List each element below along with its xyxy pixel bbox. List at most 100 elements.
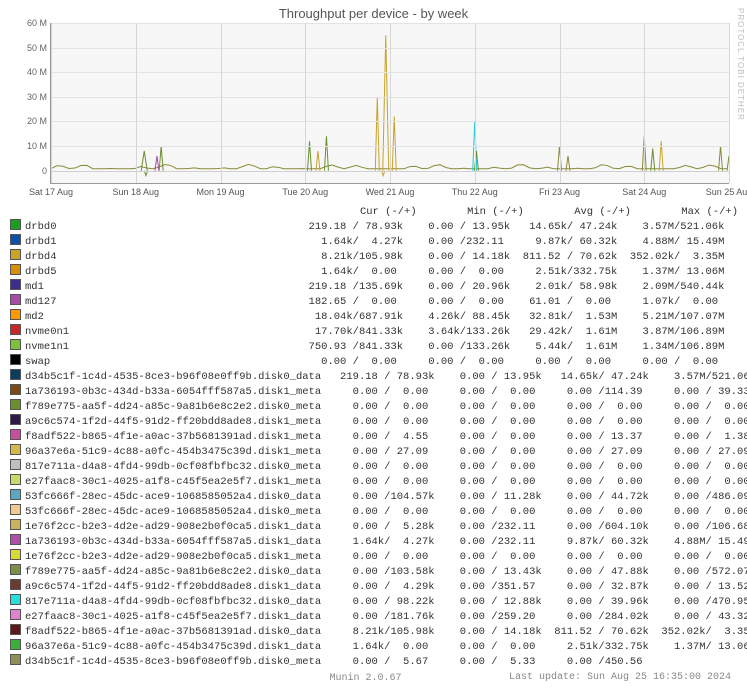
legend-row: drbd0 219.18 / 78.93k 0.00 / 13.95k 14.6…: [10, 219, 739, 234]
legend-row: nvme0n1 17.70k/841.33k 3.64k/133.26k 29.…: [10, 324, 739, 339]
legend-row: 1e76f2cc-b2e3-4d2e-ad29-908e2b0f0ca5.dis…: [10, 549, 739, 564]
legend-row: drbd5 1.64k/ 0.00 0.00 / 0.00 2.51k/332.…: [10, 264, 739, 279]
legend-text: 1a736193-0b3c-434d-b33a-6054fff587a5.dis…: [25, 386, 747, 398]
legend-swatch: [10, 564, 21, 575]
legend-swatch: [10, 249, 21, 260]
legend-swatch: [10, 609, 21, 620]
x-tick-label: Tue 20 Aug: [282, 187, 328, 197]
legend-swatch: [10, 504, 21, 515]
legend-text: md2 18.04k/687.91k 4.26k/ 88.45k 32.81k/…: [25, 311, 724, 323]
legend-swatch: [10, 234, 21, 245]
legend-row: md1 219.18 /135.69k 0.00 / 20.96k 2.01k/…: [10, 279, 739, 294]
legend-text: d34b5c1f-1c4d-4535-8ce3-b96f08e0ff9b.dis…: [25, 656, 747, 668]
legend-row: 96a37e6a-51c9-4c88-a0fc-454b3475c39d.dis…: [10, 444, 739, 459]
legend-text: 1e76f2cc-b2e3-4d2e-ad29-908e2b0f0ca5.dis…: [25, 521, 747, 533]
legend-text: a9c6c574-1f2d-44f5-91d2-ff20bdd8ade8.dis…: [25, 416, 747, 428]
legend-swatch: [10, 654, 21, 665]
legend-row: 817e711a-d4a8-4fd4-99db-0cf08fbfbc32.dis…: [10, 459, 739, 474]
legend-swatch: [10, 309, 21, 320]
legend-text: 96a37e6a-51c9-4c88-a0fc-454b3475c39d.dis…: [25, 446, 747, 458]
legend-table: Cur (-/+) Min (-/+) Avg (-/+) Max (-/+) …: [10, 206, 739, 669]
legend-swatch: [10, 429, 21, 440]
footer: Munin 2.0.67 Last update: Sun Aug 25 16:…: [0, 673, 731, 683]
legend-text: e27faac8-30c1-4025-a1f8-c45f5ea2e5f7.dis…: [25, 476, 747, 488]
legend-swatch: [10, 324, 21, 335]
legend-text: 817e711a-d4a8-4fd4-99db-0cf08fbfbc32.dis…: [25, 461, 747, 473]
legend-swatch: [10, 339, 21, 350]
chart-area: Bytes/second read (-) / write (+) 010 M2…: [50, 23, 729, 184]
legend-text: f789e775-aa5f-4d24-a85c-9a81b6e8c2e2.dis…: [25, 566, 747, 578]
y-tick-label: 0: [21, 166, 47, 176]
legend-row: f789e775-aa5f-4d24-a85c-9a81b6e8c2e2.dis…: [10, 564, 739, 579]
legend-row: drbd4 8.21k/105.98k 0.00 / 14.18k 811.52…: [10, 249, 739, 264]
legend-swatch: [10, 639, 21, 650]
legend-swatch: [10, 579, 21, 590]
x-tick-label: Fri 23 Aug: [539, 187, 580, 197]
legend-text: 1a736193-0b3c-434d-b33a-6054fff587a5.dis…: [25, 536, 747, 548]
legend-row: e27faac8-30c1-4025-a1f8-c45f5ea2e5f7.dis…: [10, 609, 739, 624]
legend-swatch: [10, 264, 21, 275]
legend-text: 53fc666f-28ec-45dc-ace9-1068585052a4.dis…: [25, 491, 747, 503]
legend-text: f8adf522-b865-4f1e-a0ac-37b5681391ad.dis…: [25, 626, 747, 638]
legend-row: swap 0.00 / 0.00 0.00 / 0.00 0.00 / 0.00…: [10, 354, 739, 369]
legend-text: nvme1n1 750.93 /841.33k 0.00 /133.26k 5.…: [25, 341, 724, 353]
legend-header-row: Cur (-/+) Min (-/+) Avg (-/+) Max (-/+): [26, 206, 739, 219]
y-tick-label: 40 M: [21, 67, 47, 77]
legend-swatch: [10, 534, 21, 545]
legend-text: e27faac8-30c1-4025-a1f8-c45f5ea2e5f7.dis…: [25, 611, 747, 623]
legend-row: 53fc666f-28ec-45dc-ace9-1068585052a4.dis…: [10, 504, 739, 519]
legend-text: md1 219.18 /135.69k 0.00 / 20.96k 2.01k/…: [25, 281, 724, 293]
legend-text: nvme0n1 17.70k/841.33k 3.64k/133.26k 29.…: [25, 326, 724, 338]
legend-row: 1a736193-0b3c-434d-b33a-6054fff587a5.dis…: [10, 534, 739, 549]
x-tick-label: Thu 22 Aug: [452, 187, 498, 197]
legend-row: nvme1n1 750.93 /841.33k 0.00 /133.26k 5.…: [10, 339, 739, 354]
legend-swatch: [10, 444, 21, 455]
legend-row: f8adf522-b865-4f1e-a0ac-37b5681391ad.dis…: [10, 624, 739, 639]
legend-row: f8adf522-b865-4f1e-a0ac-37b5681391ad.dis…: [10, 429, 739, 444]
legend-swatch: [10, 549, 21, 560]
legend-swatch: [10, 414, 21, 425]
legend-text: d34b5c1f-1c4d-4535-8ce3-b96f08e0ff9b.dis…: [25, 371, 747, 383]
y-tick-label: 10 M: [21, 141, 47, 151]
legend-row: e27faac8-30c1-4025-a1f8-c45f5ea2e5f7.dis…: [10, 474, 739, 489]
legend-row: a9c6c574-1f2d-44f5-91d2-ff20bdd8ade8.dis…: [10, 579, 739, 594]
legend-swatch: [10, 474, 21, 485]
legend-text: drbd4 8.21k/105.98k 0.00 / 14.18k 811.52…: [25, 251, 724, 263]
chart-title: Throughput per device - by week: [0, 0, 747, 23]
legend-row: md127 182.65 / 0.00 0.00 / 0.00 61.01 / …: [10, 294, 739, 309]
legend-row: 96a37e6a-51c9-4c88-a0fc-454b3475c39d.dis…: [10, 639, 739, 654]
legend-text: drbd1 1.64k/ 4.27k 0.00 /232.11 9.87k/ 6…: [25, 236, 724, 248]
legend-text: 1e76f2cc-b2e3-4d2e-ad29-908e2b0f0ca5.dis…: [25, 551, 747, 563]
legend-row: 53fc666f-28ec-45dc-ace9-1068585052a4.dis…: [10, 489, 739, 504]
x-tick-label: Sat 17 Aug: [29, 187, 73, 197]
legend-swatch: [10, 279, 21, 290]
x-tick-label: Wed 21 Aug: [366, 187, 415, 197]
legend-text: 53fc666f-28ec-45dc-ace9-1068585052a4.dis…: [25, 506, 747, 518]
legend-row: 817e711a-d4a8-4fd4-99db-0cf08fbfbc32.dis…: [10, 594, 739, 609]
x-tick-label: Sun 18 Aug: [112, 187, 159, 197]
legend-text: f8adf522-b865-4f1e-a0ac-37b5681391ad.dis…: [25, 431, 747, 443]
legend-swatch: [10, 399, 21, 410]
legend-row: md2 18.04k/687.91k 4.26k/ 88.45k 32.81k/…: [10, 309, 739, 324]
legend-swatch: [10, 354, 21, 365]
legend-text: 96a37e6a-51c9-4c88-a0fc-454b3475c39d.dis…: [25, 641, 747, 653]
x-tick-label: Sat 24 Aug: [622, 187, 666, 197]
legend-text: 817e711a-d4a8-4fd4-99db-0cf08fbfbc32.dis…: [25, 596, 747, 608]
legend-swatch: [10, 384, 21, 395]
legend-swatch: [10, 489, 21, 500]
legend-swatch: [10, 369, 21, 380]
legend-row: 1a736193-0b3c-434d-b33a-6054fff587a5.dis…: [10, 384, 739, 399]
legend-row: d34b5c1f-1c4d-4535-8ce3-b96f08e0ff9b.dis…: [10, 654, 739, 669]
munin-graph-container: PROTOCL TOBI DETHER Throughput per devic…: [0, 0, 747, 683]
y-tick-label: 20 M: [21, 116, 47, 126]
legend-swatch: [10, 459, 21, 470]
legend-body: drbd0 219.18 / 78.93k 0.00 / 13.95k 14.6…: [10, 219, 739, 669]
y-tick-label: 30 M: [21, 92, 47, 102]
legend-swatch: [10, 624, 21, 635]
legend-text: swap 0.00 / 0.00 0.00 / 0.00 0.00 / 0.00…: [25, 356, 724, 368]
y-tick-label: 60 M: [21, 18, 47, 28]
y-tick-label: 50 M: [21, 43, 47, 53]
legend-swatch: [10, 294, 21, 305]
legend-text: drbd0 219.18 / 78.93k 0.00 / 13.95k 14.6…: [25, 221, 724, 233]
legend-row: drbd1 1.64k/ 4.27k 0.00 /232.11 9.87k/ 6…: [10, 234, 739, 249]
